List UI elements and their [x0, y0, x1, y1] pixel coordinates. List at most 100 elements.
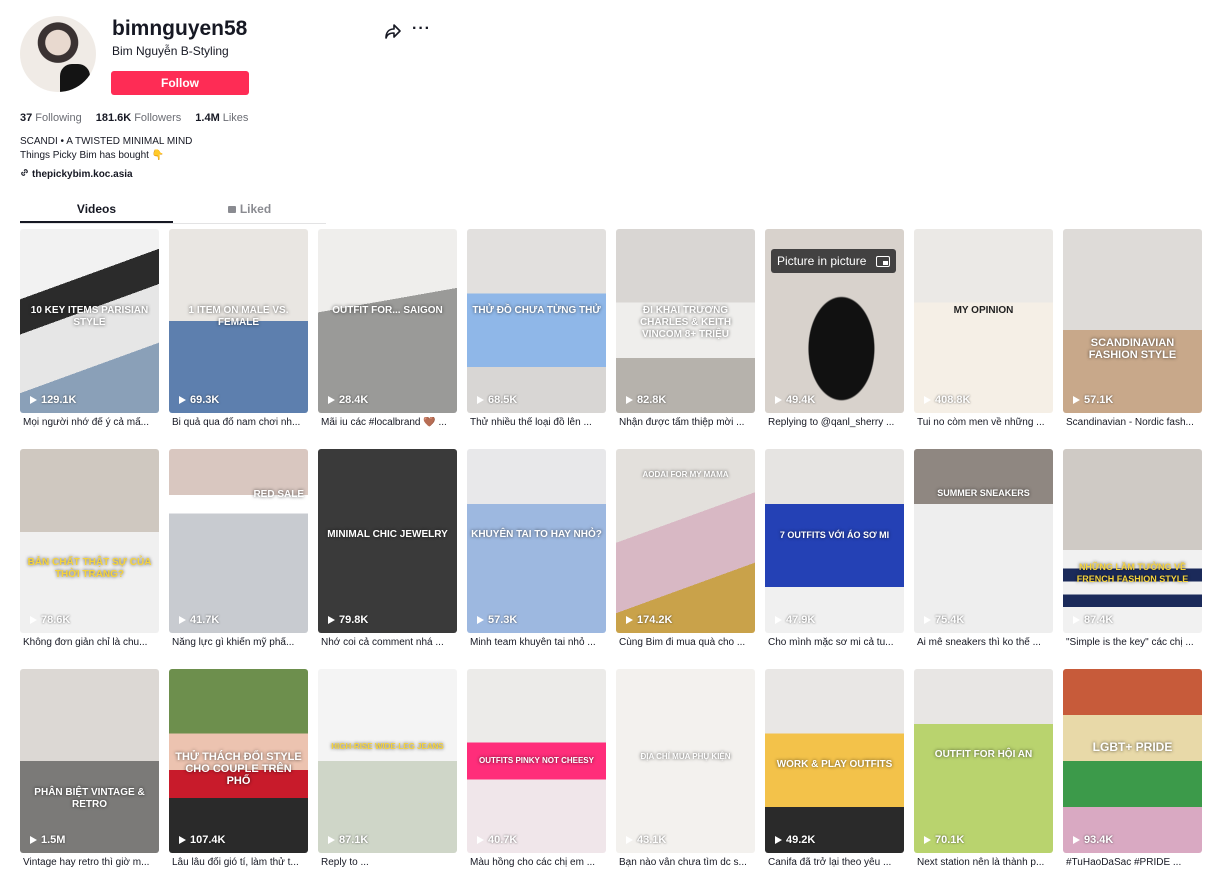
video-caption[interactable]: "Simple is the key" các chị ...	[1063, 637, 1202, 648]
video-caption[interactable]: Bi quả qua đổ nam chơi nh...	[169, 417, 308, 428]
video-card[interactable]: HIGH-RISE WIDE-LEG JEANS 87.1K Reply to ..…	[318, 669, 457, 881]
play-icon	[30, 616, 37, 624]
video-thumbnail[interactable]: SCANDINAVIAN FASHION STYLE 57.1K	[1063, 229, 1202, 413]
video-card[interactable]: 10 KEY ITEMS PARISIAN STYLE 129.1K Mọi ngư…	[20, 229, 159, 449]
video-overlay-text: SUMMER SNEAKERS	[937, 488, 1030, 498]
play-icon	[179, 396, 186, 404]
video-card[interactable]: SUMMER SNEAKERS 75.4K Ai mê sneakers thì k…	[914, 449, 1053, 669]
video-card[interactable]: THỬ ĐỒ CHƯA TỪNG THỬ 68.5K Thử nhiều thể l…	[467, 229, 606, 449]
video-thumbnail[interactable]: OUTFIT FOR... Saigon 28.4K	[318, 229, 457, 413]
tab-liked[interactable]: Liked	[173, 199, 326, 223]
video-thumbnail[interactable]: 1 ITEM ON MALE vs. FEMALE 69.3K	[169, 229, 308, 413]
video-caption[interactable]: Scandinavian - Nordic fash...	[1063, 417, 1202, 428]
video-card[interactable]: THỬ THÁCH ĐỔI STYLE CHO COUPLE TRÊN PHỐ 1…	[169, 669, 308, 881]
video-caption[interactable]: Nhớ coi cả comment nhá ...	[318, 637, 457, 648]
play-count: 49.4K	[775, 394, 815, 406]
video-caption[interactable]: Tui no còm men về những ...	[914, 417, 1053, 428]
play-count: 57.1K	[1073, 394, 1113, 406]
video-thumbnail[interactable]: PHÂN BIỆT VINTAGE & RETRO 1.5M	[20, 669, 159, 853]
video-caption[interactable]: Mọi người nhớ để ý cả mấ...	[20, 417, 159, 428]
video-card[interactable]: WORK & PLAY OUTFITS 49.2K Canifa đã trở lạ…	[765, 669, 904, 881]
tab-videos[interactable]: Videos	[20, 199, 173, 223]
avatar[interactable]	[20, 16, 96, 92]
play-count: 41.7K	[179, 614, 219, 626]
video-caption[interactable]: Replying to @qanl_sherry ...	[765, 417, 904, 428]
stat-following[interactable]: 37 Following	[20, 112, 82, 124]
video-card[interactable]: KHUYÊN TAI TO HAY NHỎ? 57.3K Minh team khu…	[467, 449, 606, 669]
video-caption[interactable]: Minh team khuyên tai nhỏ ...	[467, 637, 606, 648]
video-thumbnail[interactable]: AODAI FOR MY MAMA 174.2K	[616, 449, 755, 633]
video-card[interactable]: PHÂN BIỆT VINTAGE & RETRO 1.5M Vintage hay…	[20, 669, 159, 881]
video-caption[interactable]: Reply to ...	[318, 857, 457, 868]
video-thumbnail[interactable]: ĐI KHAI TRƯƠNG CHARLES & KEITH VINCOM 8+…	[616, 229, 755, 413]
video-caption[interactable]: Ai mê sneakers thì ko thể ...	[914, 637, 1053, 648]
share-arrow-icon[interactable]	[384, 22, 402, 40]
video-card[interactable]: ĐI KHAI TRƯƠNG CHARLES & KEITH VINCOM 8+…	[616, 229, 755, 449]
video-card[interactable]: SCANDINAVIAN FASHION STYLE 57.1K Scandinav…	[1063, 229, 1202, 449]
video-thumbnail[interactable]: Picture in picture 49.4K	[765, 229, 904, 413]
video-thumbnail[interactable]: RED SALE 41.7K	[169, 449, 308, 633]
video-caption[interactable]: Cho mình mặc sơ mi cả tu...	[765, 637, 904, 648]
video-card[interactable]: OUTFIT FOR HỘI AN 70.1K Next station nên l…	[914, 669, 1053, 881]
video-caption[interactable]: Lâu lâu đổi gió tí, làm thử t...	[169, 857, 308, 868]
video-thumbnail[interactable]: NHỮNG LẦM TƯỞNG VỀ FRENCH FASHION STYLE 8…	[1063, 449, 1202, 633]
video-thumbnail[interactable]: 10 KEY ITEMS PARISIAN STYLE 129.1K	[20, 229, 159, 413]
video-card[interactable]: ĐỊA CHỈ MUA PHỤ KIỆN 43.1K Bạn nào vẫn chư…	[616, 669, 755, 881]
video-caption[interactable]: Màu hồng cho các chị em ...	[467, 857, 606, 868]
video-caption[interactable]: Bạn nào vẫn chưa tìm dc s...	[616, 857, 755, 868]
video-card[interactable]: OUTFITS PINKY NOT CHEESY 40.7K Màu hồng ch…	[467, 669, 606, 881]
video-overlay-text: KHUYÊN TAI TO HAY NHỎ?	[471, 529, 602, 540]
video-card[interactable]: Picture in picture 49.4K Replying to @qanl…	[765, 229, 904, 449]
play-icon	[30, 396, 37, 404]
bio-link[interactable]: thepickybim.koc.asia	[20, 168, 133, 180]
video-caption[interactable]: #TuHaoDaSac #PRIDE ...	[1063, 857, 1202, 868]
video-thumbnail[interactable]: MINIMAL CHIC JEWELRY 79.8K	[318, 449, 457, 633]
video-card[interactable]: 7 OUTFITS VỚI ÁO SƠ MI 47.9K Cho mình mặc …	[765, 449, 904, 669]
video-overlay-text: ĐI KHAI TRƯƠNG CHARLES & KEITH VINCOM 8+…	[639, 305, 732, 340]
video-card[interactable]: 1 ITEM ON MALE vs. FEMALE 69.3K Bi quả qua…	[169, 229, 308, 449]
video-thumbnail[interactable]: SUMMER SNEAKERS 75.4K	[914, 449, 1053, 633]
video-overlay-text: 10 KEY ITEMS PARISIAN STYLE	[30, 305, 149, 328]
play-count: 75.4K	[924, 614, 964, 626]
video-thumbnail[interactable]: THỬ THÁCH ĐỔI STYLE CHO COUPLE TRÊN PHỐ 1…	[169, 669, 308, 853]
video-caption[interactable]: Cùng Bim đi mua quà cho ...	[616, 637, 755, 648]
follow-button[interactable]: Follow	[111, 71, 249, 95]
video-thumbnail[interactable]: OUTFIT FOR HỘI AN 70.1K	[914, 669, 1053, 853]
video-thumbnail[interactable]: BẢN CHẤT THẬT SỰ CỦA THỜI TRANG? 78.6K	[20, 449, 159, 633]
play-count: 40.7K	[477, 834, 517, 846]
stat-followers[interactable]: 181.6K Followers	[96, 112, 182, 124]
bio-link-text[interactable]: thepickybim.koc.asia	[32, 169, 133, 180]
video-caption[interactable]: Thử nhiều thể loại đồ lên ...	[467, 417, 606, 428]
picture-in-picture-button[interactable]: Picture in picture	[771, 249, 897, 273]
video-thumbnail[interactable]: MY OPINION 408.8K	[914, 229, 1053, 413]
video-caption[interactable]: Mãi iu các #localbrand 🤎 ...	[318, 417, 457, 428]
video-thumbnail[interactable]: 7 OUTFITS VỚI ÁO SƠ MI 47.9K	[765, 449, 904, 633]
video-caption[interactable]: Năng lực gì khiến mỹ phẩ...	[169, 637, 308, 648]
video-card[interactable]: OUTFIT FOR... Saigon 28.4K Mãi iu các #loc…	[318, 229, 457, 449]
play-icon	[1073, 836, 1080, 844]
username: bimnguyen58	[112, 17, 248, 40]
video-thumbnail[interactable]: KHUYÊN TAI TO HAY NHỎ? 57.3K	[467, 449, 606, 633]
video-card[interactable]: MINIMAL CHIC JEWELRY 79.8K Nhớ coi cả comm…	[318, 449, 457, 669]
video-caption[interactable]: Vintage hay retro thì giờ m...	[20, 857, 159, 868]
play-icon	[179, 836, 186, 844]
video-card[interactable]: MY OPINION 408.8K Tui no còm men về những …	[914, 229, 1053, 449]
video-thumbnail[interactable]: LGBT+ PRIDE 93.4K	[1063, 669, 1202, 853]
pip-icon	[876, 255, 891, 267]
video-thumbnail[interactable]: OUTFITS PINKY NOT CHEESY 40.7K	[467, 669, 606, 853]
play-count: 57.3K	[477, 614, 517, 626]
video-caption[interactable]: Next station nên là thành p...	[914, 857, 1053, 868]
video-thumbnail[interactable]: WORK & PLAY OUTFITS 49.2K	[765, 669, 904, 853]
video-card[interactable]: BẢN CHẤT THẬT SỰ CỦA THỜI TRANG? 78.6K Khô…	[20, 449, 159, 669]
video-caption[interactable]: Canifa đã trở lại theo yêu ...	[765, 857, 904, 868]
video-card[interactable]: NHỮNG LẦM TƯỞNG VỀ FRENCH FASHION STYLE 8…	[1063, 449, 1202, 669]
more-dots-icon[interactable]: ···	[412, 20, 430, 38]
video-card[interactable]: AODAI FOR MY MAMA 174.2K Cùng Bim đi mua q…	[616, 449, 755, 669]
video-thumbnail[interactable]: ĐỊA CHỈ MUA PHỤ KIỆN 43.1K	[616, 669, 755, 853]
video-thumbnail[interactable]: THỬ ĐỒ CHƯA TỪNG THỬ 68.5K	[467, 229, 606, 413]
video-thumbnail[interactable]: HIGH-RISE WIDE-LEG JEANS 87.1K	[318, 669, 457, 853]
video-caption[interactable]: Không đơn giản chỉ là chu...	[20, 637, 159, 648]
video-caption[interactable]: Nhận được tấm thiệp mời ...	[616, 417, 755, 428]
video-card[interactable]: LGBT+ PRIDE 93.4K #TuHaoDaSac #PRIDE ...	[1063, 669, 1202, 881]
video-card[interactable]: RED SALE 41.7K Năng lực gì khiến mỹ phẩ...	[169, 449, 308, 669]
